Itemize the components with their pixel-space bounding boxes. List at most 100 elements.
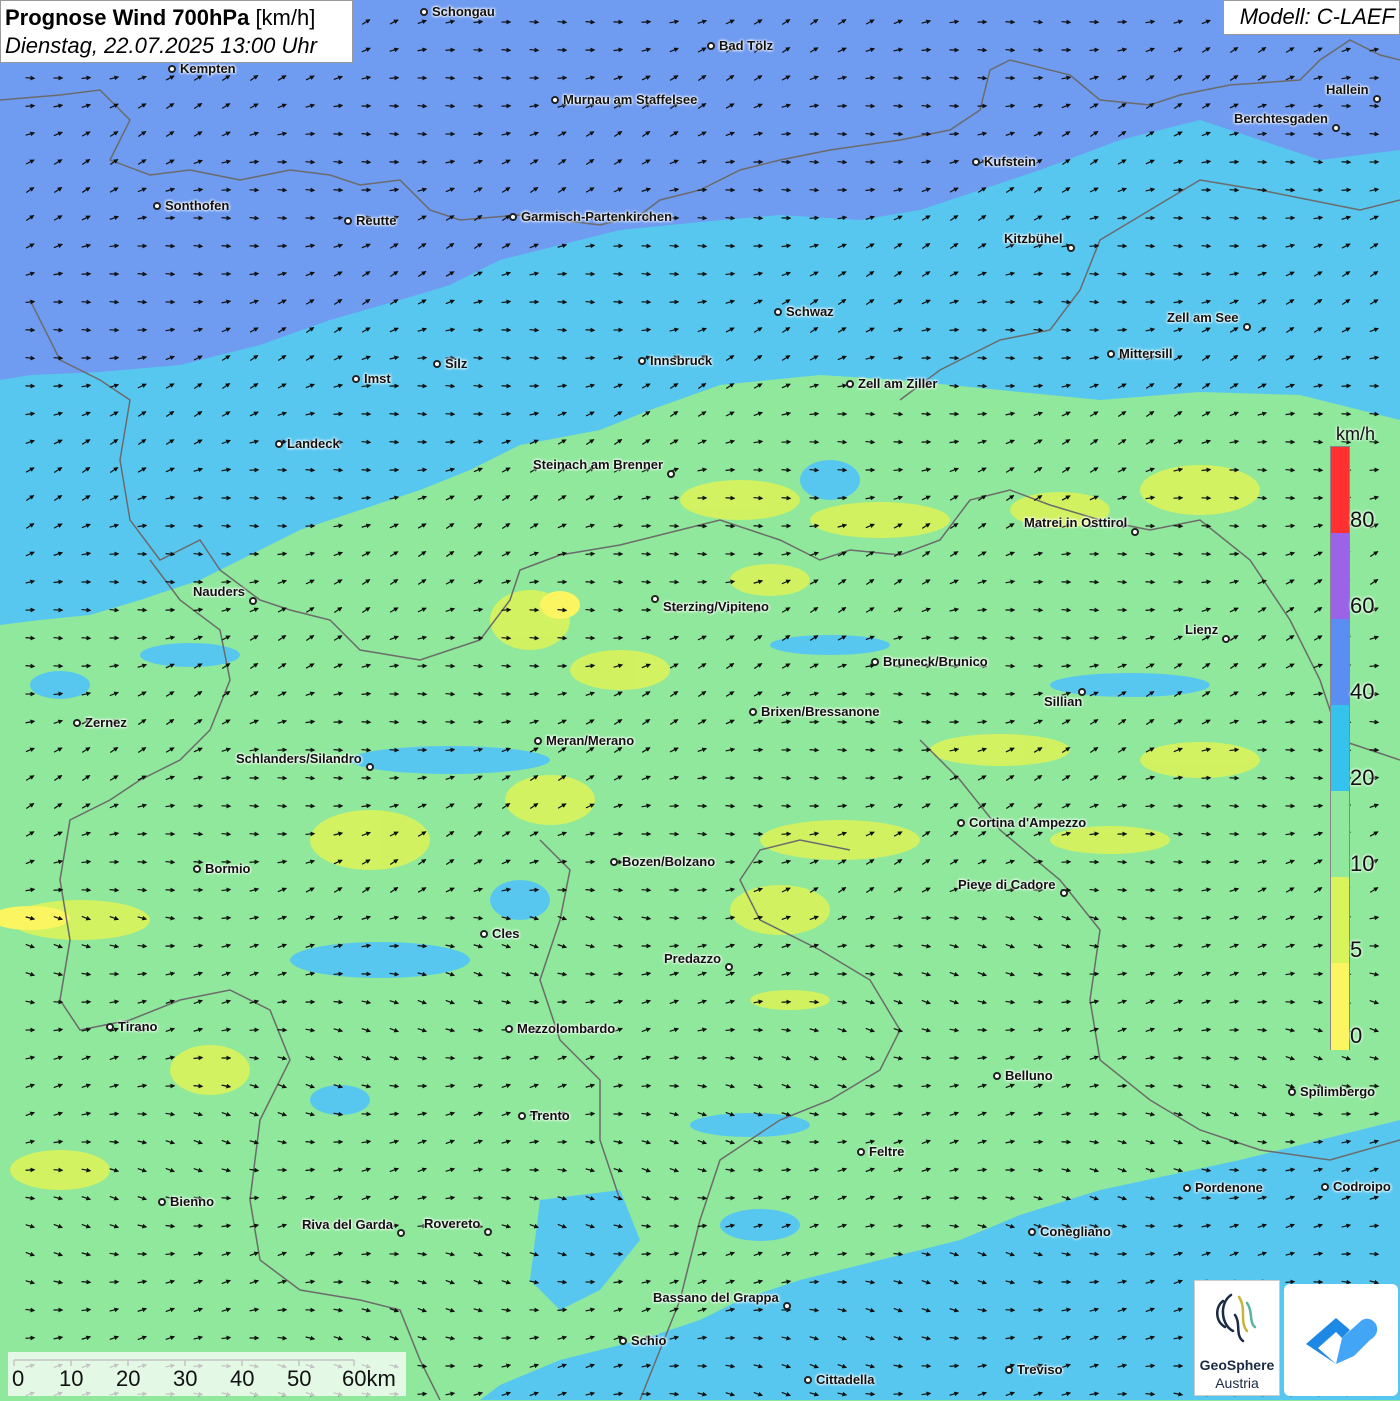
wind-arrow [866, 1394, 875, 1395]
wind-arrow [1230, 526, 1239, 527]
city-label: Zell am Ziller [858, 376, 937, 391]
geosphere-name: GeoSphere [1195, 1357, 1279, 1373]
map-title: Prognose Wind 700hPa [km/h] [5, 4, 352, 32]
wind-arrow [894, 106, 903, 107]
city-marker-icon [366, 763, 374, 771]
wind-arrow [1202, 218, 1211, 219]
wind-arrow [866, 442, 875, 443]
wind-arrow [474, 694, 483, 695]
wind-arrow [1034, 610, 1043, 611]
wind-arrow [1258, 806, 1267, 807]
city-marker-icon [534, 737, 542, 745]
wind-arrow [194, 862, 203, 863]
wind-arrow [838, 498, 847, 499]
city-marker-icon [509, 213, 517, 221]
wind-arrow [698, 890, 707, 891]
wind-arrow [446, 386, 455, 387]
wind-arrow [866, 750, 875, 751]
wind-arrow [614, 1254, 623, 1255]
wind-arrow [866, 414, 875, 415]
wind-arrow [474, 358, 483, 359]
wind-arrow [418, 1394, 427, 1395]
wind-arrow [390, 106, 399, 107]
wind-arrow [250, 498, 259, 499]
wind-arrow [278, 1030, 287, 1031]
wind-arrow [614, 610, 623, 611]
wind-arrow [194, 1086, 203, 1087]
wind-arrow [1034, 78, 1043, 79]
city-label: Garmisch-Partenkirchen [521, 209, 672, 224]
wind-arrow [110, 1114, 119, 1115]
city-marker-icon [106, 1023, 114, 1031]
city-label: Codroipo [1333, 1179, 1391, 1194]
wind-arrow [1286, 190, 1295, 191]
wind-arrow [138, 834, 147, 835]
city-marker-icon [397, 1229, 405, 1237]
scale-bar: 0102030405060km [8, 1352, 406, 1396]
wind-arrow [950, 106, 959, 107]
wind-arrow [222, 582, 231, 583]
wind-arrow [1314, 470, 1323, 471]
wind-arrow [418, 134, 427, 135]
wind-arrow [530, 358, 539, 359]
city-label: Bormio [205, 861, 251, 876]
legend-swatch [1331, 705, 1349, 792]
wind-arrow [54, 330, 63, 331]
wind-arrow [390, 750, 399, 751]
wind-arrow [1090, 610, 1099, 611]
wind-arrow [698, 1198, 707, 1199]
city-label: Mezzolombardo [517, 1021, 615, 1036]
wind-arrow [474, 666, 483, 667]
wind-arrow [418, 162, 427, 163]
wind-arrow [446, 1058, 455, 1059]
geosphere-logo[interactable]: GeoSphere Austria [1194, 1280, 1280, 1396]
wind-arrow [1146, 1394, 1155, 1395]
wind-arrow [446, 78, 455, 79]
city-marker-icon [484, 1228, 492, 1236]
wind-arrow [1202, 1058, 1211, 1059]
wind-arrow [26, 106, 35, 107]
wind-arrow [474, 330, 483, 331]
city-marker-icon [344, 217, 352, 225]
wind-arrow [530, 666, 539, 667]
wind-arrow [698, 246, 707, 247]
wind-arrow [754, 554, 763, 555]
wind-arrow [390, 414, 399, 415]
city-label: Nauders [193, 584, 245, 599]
wind-arrow [166, 582, 175, 583]
wind-arrow [82, 1282, 91, 1283]
wind-arrow [810, 218, 819, 219]
wind-arrow [1174, 554, 1183, 555]
wind-arrow [614, 638, 623, 639]
wind-arrow [1314, 134, 1323, 135]
legend-swatch [1331, 963, 1349, 1050]
wind-arrow [1230, 1170, 1239, 1171]
city-marker-icon [433, 360, 441, 368]
city-label: Zell am See [1167, 310, 1239, 325]
wind-arrow [614, 582, 623, 583]
city-label: Brixen/Bressanone [761, 704, 880, 719]
wind-arrow [362, 1282, 371, 1283]
wind-arrow [782, 834, 791, 835]
city-marker-icon [505, 1025, 513, 1033]
wind-arrow [838, 162, 847, 163]
city-marker-icon [804, 1376, 812, 1384]
wind-arrow [1174, 834, 1183, 835]
city-marker-icon [518, 1112, 526, 1120]
wind-arrow [642, 890, 651, 891]
wind-arrow [838, 1282, 847, 1283]
city-marker-icon [1222, 635, 1230, 643]
wind-arrow [866, 946, 875, 947]
wind-arrow [222, 246, 231, 247]
wind-arrow [1006, 694, 1015, 695]
legend-tick-label: 10 [1350, 851, 1374, 877]
wind-arrow [474, 1338, 483, 1339]
wind-arrow [166, 218, 175, 219]
wind-arrow [1006, 330, 1015, 331]
city-label: Steinach am Brenner [533, 457, 663, 472]
wind-arrow [82, 302, 91, 303]
wind-arrow [950, 1366, 959, 1367]
weather-app-logo[interactable] [1284, 1284, 1398, 1396]
wind-arrow [586, 1142, 595, 1143]
wind-arrow [642, 1086, 651, 1087]
